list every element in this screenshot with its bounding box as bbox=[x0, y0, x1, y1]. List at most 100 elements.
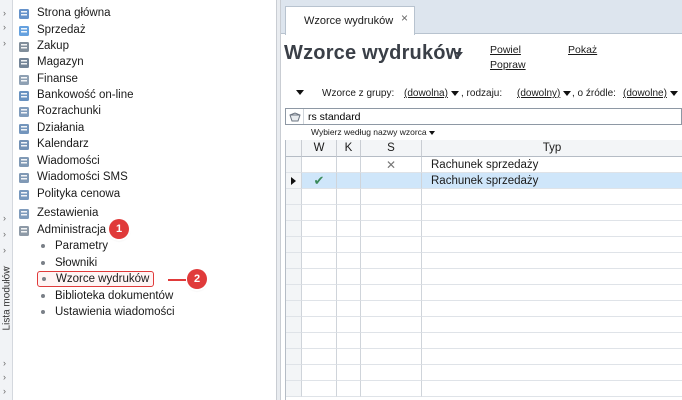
empty-cell bbox=[337, 221, 361, 237]
module-item[interactable]: Rozrachunki bbox=[17, 103, 101, 119]
empty-cell bbox=[302, 221, 337, 237]
source-filter-label: , o źródle: bbox=[572, 88, 616, 99]
bullet-icon bbox=[42, 277, 46, 281]
row-indicator bbox=[286, 301, 302, 317]
expand-chevron-icon[interactable]: › bbox=[3, 245, 6, 255]
empty-cell bbox=[422, 333, 682, 349]
title-dropdown-icon[interactable] bbox=[455, 52, 463, 57]
empty-cell bbox=[337, 301, 361, 317]
edit-link[interactable]: Popraw bbox=[490, 59, 526, 71]
group-filter-value: (dowolna) bbox=[404, 88, 448, 99]
empty-cell bbox=[337, 349, 361, 365]
admin-subitem[interactable]: Parametry bbox=[37, 238, 108, 254]
empty-cell bbox=[361, 381, 422, 397]
module-label: Działania bbox=[37, 122, 85, 134]
module-label: Kalendarz bbox=[37, 138, 89, 150]
tab-label: Wzorce wydruków bbox=[304, 15, 394, 27]
row-indicator bbox=[286, 333, 302, 349]
empty-cell bbox=[422, 189, 682, 205]
module-item[interactable]: Polityka cenowa bbox=[17, 186, 120, 202]
expand-chevron-icon[interactable]: › bbox=[3, 22, 6, 32]
search-box bbox=[285, 108, 682, 125]
admin-subitem[interactable]: Wzorce wydruków bbox=[37, 271, 155, 287]
group-filter-dropdown[interactable]: (dowolna) bbox=[404, 88, 459, 99]
column-header[interactable]: K bbox=[337, 140, 361, 157]
empty-cell bbox=[422, 365, 682, 381]
empty-cell bbox=[302, 253, 337, 269]
show-link[interactable]: Pokaż bbox=[568, 44, 597, 56]
module-item[interactable]: Bankowość on-line bbox=[17, 87, 134, 103]
pricing-icon bbox=[17, 187, 31, 201]
duplicate-link[interactable]: Powiel bbox=[490, 44, 521, 56]
column-header[interactable]: W bbox=[302, 140, 337, 157]
expand-chevron-icon[interactable]: › bbox=[3, 229, 6, 239]
row-indicator bbox=[286, 349, 302, 365]
cell-k bbox=[337, 173, 361, 189]
empty-cell bbox=[361, 205, 422, 221]
admin-subitem[interactable]: Ustawienia wiadomości bbox=[37, 304, 175, 320]
module-item[interactable]: Sprzedaż bbox=[17, 22, 86, 38]
module-label: Sprzedaż bbox=[37, 24, 86, 36]
reports-icon bbox=[17, 206, 31, 220]
cell-s: ✕ bbox=[361, 157, 422, 173]
source-filter-dropdown[interactable]: (dowolne) bbox=[623, 88, 678, 99]
empty-cell bbox=[422, 381, 682, 397]
empty-cell bbox=[422, 205, 682, 221]
empty-cell bbox=[422, 221, 682, 237]
empty-cell bbox=[302, 381, 337, 397]
cell-typ: Rachunek sprzedaży bbox=[422, 173, 682, 189]
dropdown-arrow-icon bbox=[563, 90, 572, 96]
expand-chevron-icon[interactable]: › bbox=[3, 8, 6, 18]
messages-icon bbox=[17, 154, 31, 168]
module-item[interactable]: Magazyn bbox=[17, 54, 84, 70]
module-item[interactable]: Wiadomości SMS bbox=[17, 169, 128, 185]
empty-cell bbox=[361, 349, 422, 365]
kind-filter-dropdown[interactable]: (dowolny) bbox=[517, 88, 572, 99]
empty-cell bbox=[302, 301, 337, 317]
module-item[interactable]: Działania bbox=[17, 120, 84, 136]
empty-cell bbox=[361, 237, 422, 253]
module-item[interactable]: Kalendarz bbox=[17, 136, 89, 152]
expand-chevron-icon[interactable]: › bbox=[3, 262, 6, 272]
module-item[interactable]: Strona główna bbox=[17, 5, 111, 21]
empty-cell bbox=[422, 285, 682, 301]
row-indicator bbox=[286, 157, 302, 173]
module-item[interactable]: Administracja bbox=[17, 222, 106, 238]
module-list-strip[interactable]: Lista modułów › › › › › › › › › › bbox=[0, 0, 13, 400]
row-indicator bbox=[286, 381, 302, 397]
row-indicator-header[interactable] bbox=[286, 140, 302, 157]
subitem-label: Słowniki bbox=[55, 257, 98, 269]
cell-w bbox=[302, 157, 337, 173]
filter-collapse-icon[interactable] bbox=[296, 90, 304, 95]
empty-cell bbox=[302, 365, 337, 381]
annotation-badge-2: 2 bbox=[187, 269, 207, 289]
eraser-icon[interactable] bbox=[286, 109, 304, 124]
dropdown-arrow-icon bbox=[669, 90, 678, 96]
templates-grid: W K S Typ ✕ Rachunek sprzedaży ✔ Rachunek sprze… bbox=[285, 140, 682, 400]
module-item[interactable]: Finanse bbox=[17, 71, 78, 87]
module-item[interactable]: Zestawienia bbox=[17, 205, 98, 221]
template-search-input[interactable] bbox=[304, 109, 674, 124]
page-title[interactable]: Wzorce wydruków bbox=[284, 42, 461, 65]
expand-chevron-icon[interactable]: › bbox=[3, 358, 6, 368]
module-item[interactable]: Wiadomości bbox=[17, 153, 100, 169]
empty-cell bbox=[302, 317, 337, 333]
expand-chevron-icon[interactable]: › bbox=[3, 372, 6, 382]
expand-chevron-icon[interactable]: › bbox=[3, 386, 6, 396]
search-hint[interactable]: Wybierz według nazwy wzorca bbox=[311, 127, 436, 137]
empty-cell bbox=[302, 349, 337, 365]
expand-chevron-icon[interactable]: › bbox=[3, 213, 6, 223]
admin-subitem[interactable]: Biblioteka dokumentów bbox=[37, 288, 173, 304]
empty-cell bbox=[337, 381, 361, 397]
column-header[interactable]: S bbox=[361, 140, 422, 157]
hint-dropdown-icon bbox=[429, 130, 436, 135]
module-label: Strona główna bbox=[37, 7, 111, 19]
tab-print-templates[interactable]: Wzorce wydruków × bbox=[285, 6, 415, 35]
column-header[interactable]: Typ bbox=[422, 140, 682, 157]
annotation-connector bbox=[168, 279, 186, 281]
module-item[interactable]: Zakup bbox=[17, 38, 69, 54]
close-tab-icon[interactable]: × bbox=[401, 11, 408, 25]
empty-cell bbox=[337, 317, 361, 333]
expand-chevron-icon[interactable]: › bbox=[3, 38, 6, 48]
admin-subitem[interactable]: Słowniki bbox=[37, 255, 97, 271]
